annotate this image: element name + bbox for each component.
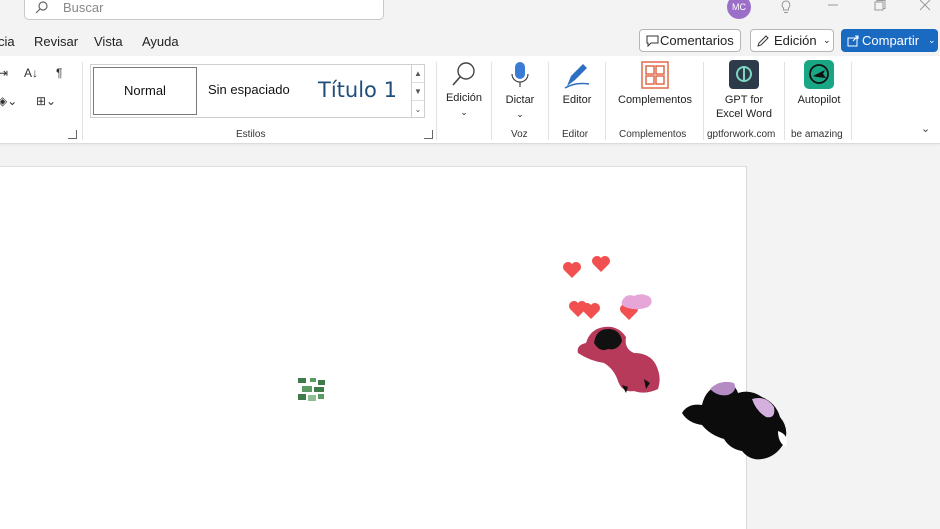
document-page[interactable] xyxy=(0,166,787,529)
group-label-editor: Editor xyxy=(562,129,589,140)
style-sin-espaciado[interactable]: Sin espaciado xyxy=(208,82,290,97)
tab-vista[interactable]: Vista xyxy=(94,34,123,49)
dictar-chevron-icon: ⌄ xyxy=(516,109,524,119)
heart-icon xyxy=(563,262,581,278)
separator xyxy=(82,62,83,140)
group-label-be-amazing: be amazing xyxy=(791,129,843,140)
comments-button[interactable]: Comentarios xyxy=(639,29,741,52)
magnifier-icon xyxy=(452,62,475,86)
share-chevron-icon: ⌄ xyxy=(928,35,936,45)
style-normal[interactable]: Normal xyxy=(93,67,197,115)
editor-pen-icon xyxy=(564,64,590,89)
heart-icon xyxy=(582,303,600,319)
styles-down-icon[interactable]: ▼ xyxy=(412,83,424,101)
indent-icon[interactable]: ⇥ xyxy=(0,66,8,80)
separator xyxy=(491,62,492,140)
group-label-voz: Voz xyxy=(511,129,528,140)
gpt-for-excel-word-button[interactable]: GPT for Excel Word xyxy=(708,60,780,121)
editor-label: Editor xyxy=(562,94,592,106)
share-button[interactable]: Compartir ⌄ xyxy=(841,29,938,52)
lightbulb-icon[interactable] xyxy=(780,0,792,14)
gpt-label-line2: Excel Word xyxy=(715,108,773,120)
dictar-label: Dictar xyxy=(505,94,535,106)
ribbon: ⇥ A↓ ¶ ◈⌄ ⊞⌄ Normal Sin espaciado Título… xyxy=(0,56,940,144)
red-blob-image xyxy=(577,326,660,393)
search-icon xyxy=(35,1,48,14)
group-label-gptforwork: gptforwork.com xyxy=(707,129,776,140)
search-box[interactable]: Buscar xyxy=(24,0,384,20)
borders-icon[interactable]: ⊞⌄ xyxy=(36,94,56,108)
styles-gallery: Normal Sin espaciado Título 1 xyxy=(90,64,412,118)
group-label-complementos: Complementos xyxy=(619,129,687,140)
gpt-logo-icon xyxy=(729,60,759,89)
chevron-down-icon: ⌄ xyxy=(823,35,831,45)
editing-mode-button[interactable]: Edición ⌄ xyxy=(750,29,834,52)
styles-launcher-icon[interactable] xyxy=(424,130,433,139)
collapse-ribbon-icon[interactable]: ⌄ xyxy=(921,122,930,135)
paragraph-mark-icon[interactable]: ¶ xyxy=(56,66,62,80)
autopilot-label: Autopilot xyxy=(797,94,841,106)
tab-revisar[interactable]: Revisar xyxy=(34,34,78,49)
styles-more-icon[interactable]: ⌄ xyxy=(412,101,424,119)
tab-referencias[interactable]: cia xyxy=(0,34,15,49)
share-icon xyxy=(847,35,859,47)
minimize-icon[interactable] xyxy=(826,0,840,12)
autopilot-plane-icon xyxy=(804,60,834,89)
separator xyxy=(436,62,437,140)
restore-icon[interactable] xyxy=(873,0,887,12)
add-ins-grid-icon xyxy=(641,61,669,89)
autopilot-button[interactable]: Autopilot xyxy=(790,60,848,107)
separator xyxy=(784,62,785,140)
heart-icon xyxy=(592,256,610,272)
editor-button[interactable]: Editor xyxy=(556,60,598,107)
tab-ayuda[interactable]: Ayuda xyxy=(142,34,179,49)
avatar[interactable]: MC xyxy=(727,0,751,19)
edicion-button[interactable]: Edición ⌄ xyxy=(441,60,487,119)
comments-label: Comentarios xyxy=(660,33,734,48)
styles-scroll: ▲ ▼ ⌄ xyxy=(412,64,425,118)
group-label-estilos: Estilos xyxy=(236,129,266,140)
gpt-label-line1: GPT for xyxy=(724,94,764,106)
edicion-chevron-icon: ⌄ xyxy=(460,107,468,117)
share-label: Compartir xyxy=(862,33,920,48)
complementos-button[interactable]: Complementos xyxy=(611,60,699,107)
separator xyxy=(548,62,549,140)
shading-icon[interactable]: ◈⌄ xyxy=(0,94,17,108)
sort-icon[interactable]: A↓ xyxy=(24,66,38,80)
search-placeholder: Buscar xyxy=(63,0,104,15)
pink-blob-image xyxy=(621,294,652,310)
black-blob-image xyxy=(682,381,787,460)
separator xyxy=(851,62,852,140)
dictar-button[interactable]: Dictar ⌄ xyxy=(500,60,540,121)
edicion-label: Edición xyxy=(445,92,483,104)
microphone-icon xyxy=(511,62,529,87)
separator xyxy=(703,62,704,140)
separator xyxy=(605,62,606,140)
title-bar: Buscar MC xyxy=(0,0,940,22)
styles-up-icon[interactable]: ▲ xyxy=(412,65,424,83)
style-titulo-1[interactable]: Título 1 xyxy=(318,78,397,102)
editing-label: Edición xyxy=(774,33,817,48)
green-blob-image xyxy=(298,378,325,401)
paragraph-launcher-icon[interactable] xyxy=(68,130,77,139)
complementos-label: Complementos xyxy=(618,94,692,106)
comment-icon xyxy=(646,35,659,47)
pencil-icon xyxy=(757,35,769,47)
close-icon[interactable] xyxy=(918,0,932,12)
